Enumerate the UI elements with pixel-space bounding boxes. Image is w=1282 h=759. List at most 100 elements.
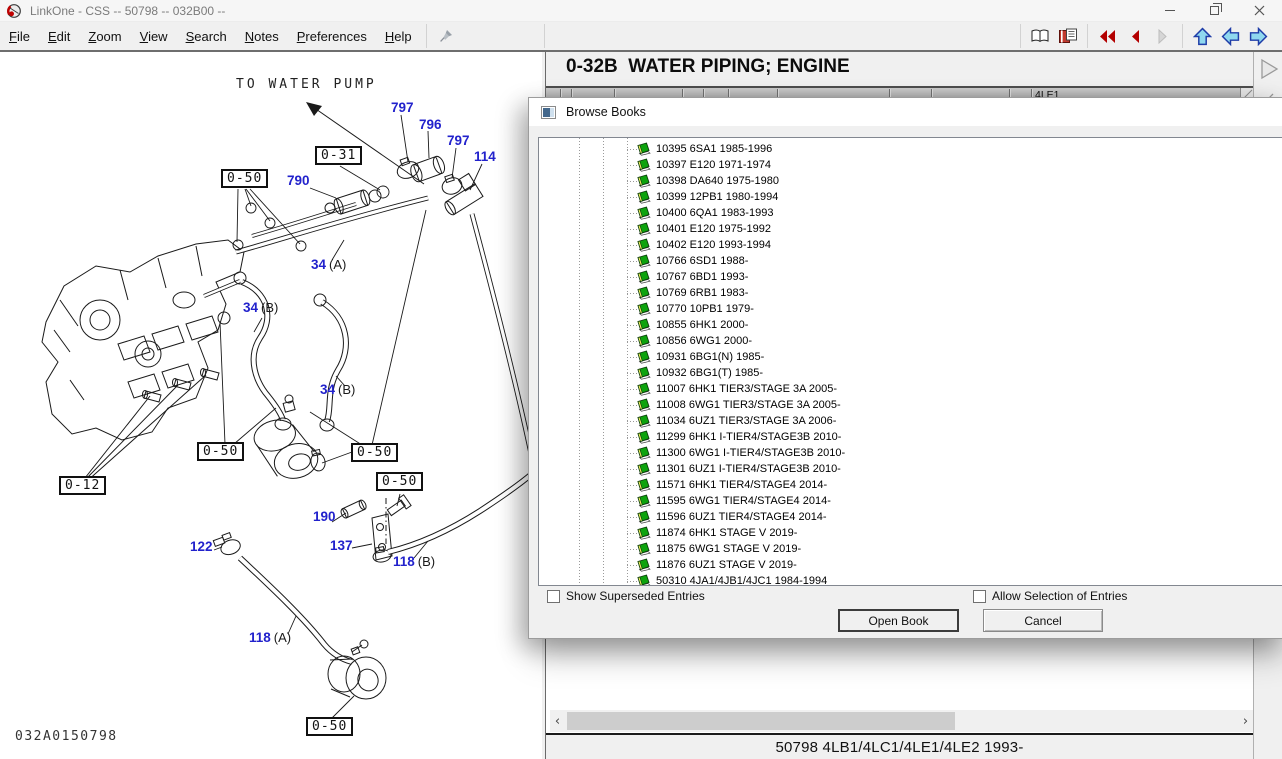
plate-number: 032A0150798 [15, 729, 118, 744]
scroll-left-button[interactable]: ‹ [550, 711, 565, 731]
go-forward-button[interactable] [1244, 23, 1272, 49]
book-list-box[interactable]: 10395 6SA1 1985-1996 10397 E120 1971-197… [538, 137, 1282, 586]
ref-box[interactable]: 0-50 [221, 169, 268, 188]
book-tree-item[interactable]: 10767 6BD1 1993- [539, 269, 1282, 285]
ref-box[interactable]: 0-50 [351, 443, 398, 462]
double-left-arrow-icon [1098, 29, 1117, 44]
blue-right-arrow-icon [1249, 27, 1268, 46]
menu-item[interactable]: File [0, 25, 39, 48]
book-tree-item[interactable]: 10399 12PB1 1980-1994 [539, 189, 1282, 205]
cancel-button[interactable]: Cancel [983, 609, 1103, 632]
book-title: 11008 6WG1 TIER3/STAGE 3A 2005- [656, 399, 841, 411]
ref-box[interactable]: 0-31 [315, 146, 362, 165]
menu-item[interactable]: Zoom [79, 25, 130, 48]
part-label[interactable]: 34(B) [320, 382, 355, 397]
checkbox-box[interactable] [973, 590, 986, 603]
show-superseded-checkbox[interactable]: Show Superseded Entries [547, 589, 705, 603]
book-title: 11876 6UZ1 STAGE V 2019- [656, 559, 797, 571]
next-page-button[interactable] [1149, 23, 1177, 49]
book-tree-item[interactable]: 10932 6BG1(T) 1985- [539, 365, 1282, 381]
blue-left-arrow-icon [1221, 27, 1240, 46]
book-tree-item[interactable]: 10395 6SA1 1985-1996 [539, 141, 1282, 157]
book-icon [636, 398, 652, 412]
mounting-bolts [85, 369, 219, 483]
book-tree-item[interactable]: 11300 6WG1 I-TIER4/STAGE3B 2010- [539, 445, 1282, 461]
book-icon [636, 318, 652, 332]
pin-button[interactable] [432, 23, 460, 49]
book-tree-item[interactable]: 11299 6HK1 I-TIER4/STAGE3B 2010- [539, 429, 1282, 445]
part-label[interactable]: 34(A) [311, 257, 346, 272]
close-icon [1254, 5, 1265, 16]
book-tree-item[interactable]: 11571 6HK1 TIER4/STAGE4 2014- [539, 477, 1282, 493]
ref-box[interactable]: 0-12 [59, 476, 106, 495]
book-title: 11301 6UZ1 I-TIER4/STAGE3B 2010- [656, 463, 841, 475]
book-tree-item[interactable]: 11874 6HK1 STAGE V 2019- [539, 525, 1282, 541]
part-label[interactable]: 190 [313, 509, 336, 524]
part-label[interactable]: 118(A) [249, 630, 291, 645]
scroll-right-button[interactable]: › [1238, 711, 1253, 731]
scrollbar-track[interactable] [565, 711, 1238, 731]
allow-selection-checkbox[interactable]: Allow Selection of Entries [973, 589, 1127, 603]
book-tree-item[interactable]: 10400 6QA1 1983-1993 [539, 205, 1282, 221]
book-icon [636, 478, 652, 492]
book-tree-item[interactable]: 10855 6HK1 2000- [539, 317, 1282, 333]
part-label[interactable]: 796 [419, 117, 442, 132]
book-tree-item[interactable]: 10856 6WG1 2000- [539, 333, 1282, 349]
dialog-title-bar[interactable]: Browse Books [529, 98, 1282, 126]
book-tree-item[interactable]: 10769 6RB1 1983- [539, 285, 1282, 301]
book-tree-item[interactable]: 10766 6SD1 1988- [539, 253, 1282, 269]
book-tree-item[interactable]: 50310 4JA1/4JB1/4JC1 1984-1994 [539, 573, 1282, 586]
restore-button[interactable] [1192, 0, 1237, 21]
part-label[interactable]: 790 [287, 173, 310, 188]
go-up-button[interactable] [1188, 23, 1216, 49]
book-tree-item[interactable]: 10397 E120 1971-1974 [539, 157, 1282, 173]
part-label[interactable]: 797 [391, 100, 414, 115]
part-label[interactable]: 118(B) [393, 554, 435, 569]
go-back-button[interactable] [1216, 23, 1244, 49]
book-tree-item[interactable]: 11008 6WG1 TIER3/STAGE 3A 2005- [539, 397, 1282, 413]
book-tree-item[interactable]: 11034 6UZ1 TIER3/STAGE 3A 2006- [539, 413, 1282, 429]
book-title: 10400 6QA1 1983-1993 [656, 207, 773, 219]
horizontal-scrollbar: ‹ › [550, 710, 1253, 732]
ref-box[interactable]: 0-50 [376, 472, 423, 491]
close-button[interactable] [1237, 0, 1282, 21]
previous-page-button[interactable] [1121, 23, 1149, 49]
toolbar-separator [1020, 24, 1021, 48]
menu-item[interactable]: Search [177, 25, 236, 48]
book-title: 10770 10PB1 1979- [656, 303, 754, 315]
book-tree-item[interactable]: 10401 E120 1975-1992 [539, 221, 1282, 237]
part-label[interactable]: 114 [474, 149, 496, 164]
menu-item[interactable]: Notes [236, 25, 288, 48]
checkbox-box[interactable] [547, 590, 560, 603]
scrollbar-thumb[interactable] [567, 712, 955, 730]
minimize-button[interactable] [1147, 0, 1192, 21]
library-button[interactable] [1026, 23, 1054, 49]
part-label[interactable]: 797 [447, 133, 470, 148]
menu-item[interactable]: View [131, 25, 177, 48]
book-tree-item[interactable]: 10398 DA640 1975-1980 [539, 173, 1282, 189]
illustration-panel: TO WATER PUMP 032A0150798 797 796 797 11… [0, 52, 542, 759]
book-tree-item[interactable]: 11595 6WG1 TIER4/STAGE4 2014- [539, 493, 1282, 509]
ref-box[interactable]: 0-50 [197, 442, 244, 461]
book-tree-item[interactable]: 10931 6BG1(N) 1985- [539, 349, 1282, 365]
book-tree-item[interactable]: 11875 6WG1 STAGE V 2019- [539, 541, 1282, 557]
book-tree-item[interactable]: 11596 6UZ1 TIER4/STAGE4 2014- [539, 509, 1282, 525]
book-tree-item[interactable]: 10402 E120 1993-1994 [539, 237, 1282, 253]
menu-item[interactable]: Edit [39, 25, 79, 48]
book-tree-item[interactable]: 11876 6UZ1 STAGE V 2019- [539, 557, 1282, 573]
book-tree: 10395 6SA1 1985-1996 10397 E120 1971-197… [539, 141, 1282, 586]
first-page-button[interactable] [1093, 23, 1121, 49]
menu-item[interactable]: Preferences [288, 25, 376, 48]
part-label[interactable]: 34(B) [243, 300, 278, 315]
ref-box[interactable]: 0-50 [306, 717, 353, 736]
book-tree-item[interactable]: 10770 10PB1 1979- [539, 301, 1282, 317]
book-tree-item[interactable]: 11301 6UZ1 I-TIER4/STAGE3B 2010- [539, 461, 1282, 477]
book-icon [636, 430, 652, 444]
expand-panel-button[interactable] [1257, 57, 1281, 81]
book-tree-item[interactable]: 11007 6HK1 TIER3/STAGE 3A 2005- [539, 381, 1282, 397]
part-label[interactable]: 137 [330, 538, 353, 553]
browse-books-button[interactable] [1054, 23, 1082, 49]
open-book-button[interactable]: Open Book [838, 609, 959, 632]
menu-item[interactable]: Help [376, 25, 421, 48]
part-label[interactable]: 122 [190, 539, 213, 554]
